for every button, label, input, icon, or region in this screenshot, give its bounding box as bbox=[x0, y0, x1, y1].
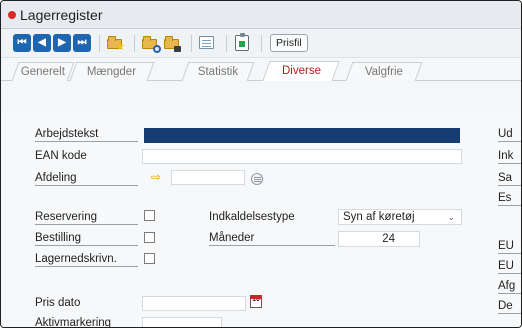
arrow-icon: ⇨ bbox=[151, 170, 162, 184]
tab-generelt[interactable]: Generelt bbox=[11, 62, 75, 81]
ean-label: EAN kode bbox=[35, 150, 87, 162]
previous-record-button[interactable]: ◀ bbox=[33, 34, 51, 52]
afdeling-field[interactable] bbox=[171, 170, 245, 185]
right-label-es: Es bbox=[498, 192, 521, 206]
reservering-checkbox[interactable] bbox=[144, 210, 155, 221]
title-bar: Lagerregister bbox=[1, 1, 521, 29]
diverse-panel: Arbejdstekst EAN kode Afdeling ⇨ Reserve… bbox=[1, 111, 521, 327]
toolbar: ⏮ ◀ ▶ ⏭ ★ Prisfil bbox=[1, 29, 521, 58]
lagerregister-window: Lagerregister ⏮ ◀ ▶ ⏭ ★ Prisfil Generelt… bbox=[0, 0, 522, 328]
note-icon[interactable] bbox=[198, 34, 216, 52]
clipboard-icon[interactable] bbox=[233, 33, 251, 52]
right-label-eu-2: EU bbox=[498, 260, 521, 274]
ean-field[interactable] bbox=[142, 149, 462, 164]
last-record-button[interactable]: ⏭ bbox=[73, 34, 91, 52]
window-title: Lagerregister bbox=[20, 6, 103, 23]
right-label-ink: Ink bbox=[498, 150, 521, 164]
toolbar-separator bbox=[99, 34, 100, 52]
right-label-eu-1: EU bbox=[498, 240, 521, 254]
tab-valgfrie[interactable]: Valgfrie bbox=[345, 62, 423, 81]
afdeling-label: Afdeling bbox=[35, 172, 138, 186]
right-label-de: De bbox=[498, 300, 521, 314]
bestilling-checkbox[interactable] bbox=[144, 232, 155, 243]
toolbar-separator bbox=[226, 34, 227, 52]
search-folder-icon[interactable] bbox=[141, 34, 161, 53]
arbejdstekst-field[interactable] bbox=[144, 128, 460, 143]
aktivmarkering-label: Aktivmarkering bbox=[35, 317, 112, 328]
first-record-button[interactable]: ⏮ bbox=[13, 34, 31, 52]
right-label-afg: Afg bbox=[498, 280, 521, 294]
indkaldelsestype-select[interactable]: Syn af køretøj ⌄ bbox=[338, 209, 462, 225]
arbejdstekst-label: Arbejdstekst bbox=[35, 128, 138, 142]
tab-statistik[interactable]: Statistik bbox=[181, 62, 255, 81]
next-record-button[interactable]: ▶ bbox=[53, 34, 71, 52]
right-label-sa: Sa bbox=[498, 172, 521, 186]
toolbar-separator bbox=[261, 34, 262, 52]
delete-folder-icon[interactable] bbox=[163, 34, 181, 52]
app-icon bbox=[8, 10, 16, 19]
right-label-ud: Ud bbox=[498, 128, 521, 142]
reservering-label: Reservering bbox=[35, 211, 138, 225]
lagernedskrivning-checkbox[interactable] bbox=[144, 253, 155, 264]
calendar-icon[interactable]: 10 bbox=[250, 295, 262, 308]
list-icon[interactable] bbox=[251, 173, 263, 185]
tab-diverse[interactable]: Diverse bbox=[262, 61, 340, 81]
maaneder-field[interactable]: 24 bbox=[338, 231, 420, 247]
aktivmarkering-field[interactable] bbox=[142, 317, 222, 327]
prisfil-button[interactable]: Prisfil bbox=[270, 34, 308, 52]
new-folder-icon[interactable]: ★ bbox=[106, 34, 125, 53]
chevron-down-icon: ⌄ bbox=[447, 212, 455, 222]
toolbar-separator bbox=[191, 34, 192, 52]
tab-strip: Generelt Mængder Statistik Diverse Valgf… bbox=[1, 60, 521, 81]
maaneder-label: Måneder bbox=[209, 232, 335, 246]
bestilling-label: Bestilling bbox=[35, 232, 138, 246]
tab-maengder[interactable]: Mængder bbox=[69, 62, 155, 81]
toolbar-separator bbox=[134, 34, 135, 52]
pris-dato-label: Pris dato bbox=[35, 297, 81, 309]
lagernedskrivning-label: Lagernedskrivn. bbox=[35, 253, 138, 267]
indkaldelsestype-label: Indkaldelsestype bbox=[209, 211, 295, 223]
pris-dato-field[interactable] bbox=[142, 296, 246, 311]
